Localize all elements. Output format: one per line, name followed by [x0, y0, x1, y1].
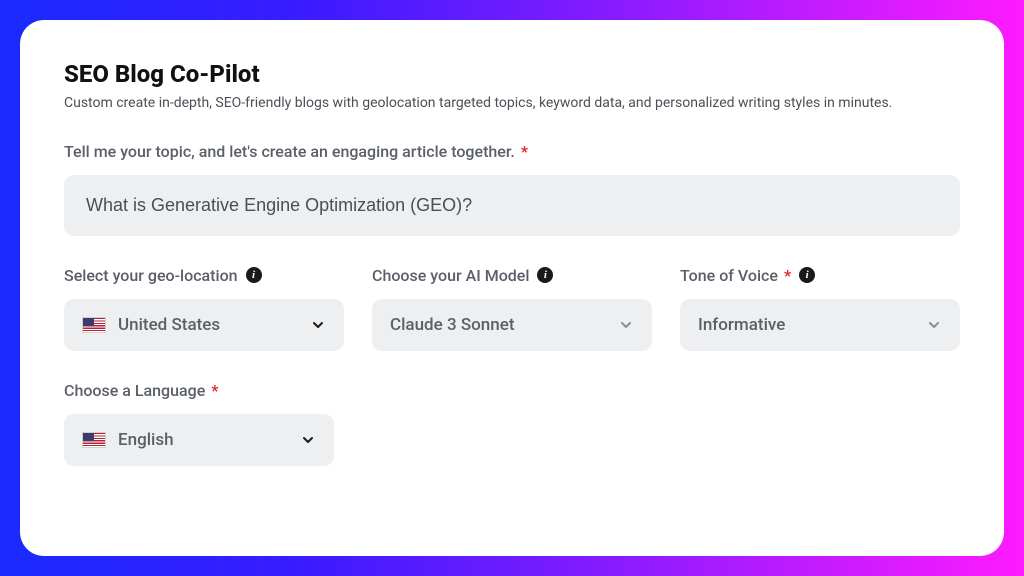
- topic-label-text: Tell me your topic, and let's create an …: [64, 142, 515, 161]
- model-value: Claude 3 Sonnet: [390, 315, 514, 335]
- info-icon[interactable]: i: [799, 267, 815, 283]
- chevron-down-icon: [618, 317, 634, 333]
- language-block: Choose a Language * English: [64, 381, 960, 466]
- options-row: Select your geo-location i United States…: [64, 266, 960, 351]
- page-subtitle: Custom create in-depth, SEO-friendly blo…: [64, 94, 960, 114]
- tone-label-text: Tone of Voice: [680, 266, 778, 285]
- topic-label: Tell me your topic, and let's create an …: [64, 142, 960, 161]
- geo-column: Select your geo-location i United States: [64, 266, 344, 351]
- language-select[interactable]: English: [64, 414, 334, 466]
- chevron-down-icon: [310, 317, 326, 333]
- page-title: SEO Blog Co-Pilot: [64, 60, 960, 88]
- tone-column: Tone of Voice * i Informative: [680, 266, 960, 351]
- us-flag-icon: [82, 432, 106, 448]
- model-select[interactable]: Claude 3 Sonnet: [372, 299, 652, 351]
- topic-input[interactable]: [64, 175, 960, 236]
- tone-value: Informative: [698, 315, 785, 335]
- geo-value: United States: [118, 315, 220, 335]
- model-label: Choose your AI Model i: [372, 266, 652, 285]
- model-label-text: Choose your AI Model: [372, 266, 529, 285]
- model-column: Choose your AI Model i Claude 3 Sonnet: [372, 266, 652, 351]
- us-flag-icon: [82, 317, 106, 333]
- form-card: SEO Blog Co-Pilot Custom create in-depth…: [20, 20, 1004, 556]
- geo-label-text: Select your geo-location: [64, 266, 238, 285]
- info-icon[interactable]: i: [537, 267, 553, 283]
- required-asterisk: *: [784, 266, 791, 285]
- required-asterisk: *: [211, 381, 218, 400]
- language-label-text: Choose a Language: [64, 381, 205, 400]
- geo-select[interactable]: United States: [64, 299, 344, 351]
- info-icon[interactable]: i: [246, 267, 262, 283]
- geo-label: Select your geo-location i: [64, 266, 344, 285]
- tone-label: Tone of Voice * i: [680, 266, 960, 285]
- language-label: Choose a Language *: [64, 381, 960, 400]
- chevron-down-icon: [300, 432, 316, 448]
- tone-select[interactable]: Informative: [680, 299, 960, 351]
- language-value: English: [118, 430, 174, 450]
- chevron-down-icon: [926, 317, 942, 333]
- required-asterisk: *: [521, 142, 528, 161]
